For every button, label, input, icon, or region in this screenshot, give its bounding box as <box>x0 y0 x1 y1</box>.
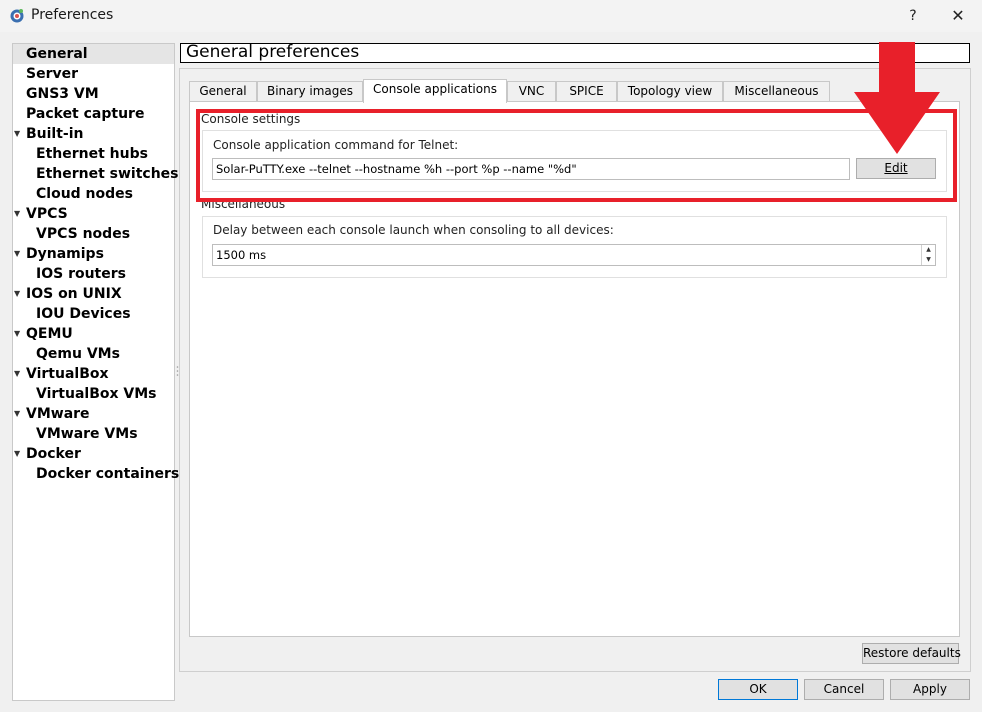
help-button[interactable]: ? <box>900 4 926 28</box>
sidebar-item-gns3-vm[interactable]: GNS3 VM <box>13 84 174 104</box>
window-title: Preferences <box>31 7 114 23</box>
delay-spinbox[interactable]: 1500 ms ▲ ▼ <box>212 244 936 266</box>
expand-arrow-icon[interactable]: ▼ <box>14 284 24 304</box>
page-title-text: General preferences <box>186 42 360 62</box>
sidebar-item-label: VirtualBox VMs <box>36 386 157 402</box>
sidebar-item-virtualbox-vms[interactable]: VirtualBox VMs <box>13 384 174 404</box>
expand-arrow-icon[interactable]: ▼ <box>14 124 24 144</box>
spin-down-icon[interactable]: ▼ <box>922 255 935 265</box>
console-settings-group-label: Console settings <box>201 112 301 126</box>
sidebar-item-label: VirtualBox <box>26 366 109 382</box>
sidebar-item-label: VPCS nodes <box>36 226 131 242</box>
sidebar-item-label: VMware VMs <box>36 426 138 442</box>
ok-button[interactable]: OK <box>718 679 798 700</box>
sidebar-item-label: Built-in <box>26 126 84 142</box>
sidebar-item-label: Qemu VMs <box>36 346 120 362</box>
sidebar-item-label: Dynamips <box>26 246 104 262</box>
sidebar-item-dynamips[interactable]: ▼ Dynamips <box>13 244 174 264</box>
preferences-tree[interactable]: General Server GNS3 VM Packet capture ▼ Built… <box>12 43 179 701</box>
sidebar-item-vmware[interactable]: ▼ VMware <box>13 404 174 424</box>
spinbox-arrows[interactable]: ▲ ▼ <box>921 245 935 265</box>
sidebar-item-label: QEMU <box>26 326 73 342</box>
annotation-arrow-icon <box>854 42 940 154</box>
expand-arrow-icon[interactable]: ▼ <box>14 444 24 464</box>
sidebar-item-label: IOS routers <box>36 266 126 282</box>
expand-arrow-icon[interactable]: ▼ <box>14 404 24 424</box>
sidebar-item-label: Docker <box>26 446 81 462</box>
title-bar: Preferences ? ✕ <box>0 0 982 32</box>
tab-topology-view[interactable]: Topology view <box>617 81 723 102</box>
close-button[interactable]: ✕ <box>944 4 972 28</box>
tab-spice[interactable]: SPICE <box>556 81 617 102</box>
spin-up-icon[interactable]: ▲ <box>922 245 935 255</box>
expand-arrow-icon[interactable]: ▼ <box>14 324 24 344</box>
delay-value: 1500 ms <box>216 248 267 262</box>
expand-arrow-icon[interactable]: ▼ <box>14 204 24 224</box>
miscellaneous-group-label: Miscellaneous <box>201 197 286 211</box>
sidebar-item-label: VPCS <box>26 206 68 222</box>
sidebar-item-general[interactable]: General <box>13 44 174 64</box>
sidebar-item-docker[interactable]: ▼ Docker <box>13 444 174 464</box>
edit-button[interactable]: Edit <box>856 158 936 179</box>
tab-binary-images[interactable]: Binary images <box>257 81 363 102</box>
expand-arrow-icon[interactable]: ▼ <box>14 244 24 264</box>
sidebar-item-ethernet-hubs[interactable]: Ethernet hubs <box>13 144 174 164</box>
sidebar-item-label: Ethernet switches <box>36 166 179 182</box>
sidebar-item-label: Cloud nodes <box>36 186 133 202</box>
delay-label: Delay between each console launch when c… <box>213 223 614 237</box>
tab-general[interactable]: General <box>189 81 257 102</box>
tab-miscellaneous[interactable]: Miscellaneous <box>723 81 830 102</box>
sidebar-item-qemu[interactable]: ▼ QEMU <box>13 324 174 344</box>
telnet-command-field[interactable]: Solar-PuTTY.exe --telnet --hostname %h -… <box>212 158 850 180</box>
sidebar-item-vmware-vms[interactable]: VMware VMs <box>13 424 174 444</box>
sidebar-item-label: Packet capture <box>26 106 145 122</box>
sidebar-item-vpcs[interactable]: ▼ VPCS <box>13 204 174 224</box>
expand-arrow-icon[interactable]: ▼ <box>14 364 24 384</box>
restore-defaults-button[interactable]: Restore defaults <box>862 643 961 664</box>
sidebar-item-label: IOU Devices <box>36 306 131 322</box>
sidebar-item-docker-containers[interactable]: Docker containers <box>13 464 179 484</box>
sidebar-item-iou-devices[interactable]: IOU Devices <box>13 304 174 324</box>
sidebar-item-ethernet-switches[interactable]: Ethernet switches <box>13 164 179 184</box>
sidebar-item-cloud-nodes[interactable]: Cloud nodes <box>13 184 174 204</box>
telnet-command-label: Console application command for Telnet: <box>213 138 459 152</box>
edit-button-label: Edit <box>884 161 908 175</box>
tab-vnc[interactable]: VNC <box>507 81 556 102</box>
apply-button[interactable]: Apply <box>890 679 970 700</box>
sidebar-item-label: VMware <box>26 406 90 422</box>
cancel-button[interactable]: Cancel <box>804 679 884 700</box>
sidebar-item-label: Docker containers <box>36 466 180 482</box>
sidebar-item-ios-on-unix[interactable]: ▼ IOS on UNIX <box>13 284 174 304</box>
sidebar-item-qemu-vms[interactable]: Qemu VMs <box>13 344 174 364</box>
sidebar-item-built-in[interactable]: ▼ Built-in <box>13 124 174 144</box>
sidebar-item-label: GNS3 VM <box>26 86 99 102</box>
sidebar-item-server[interactable]: Server <box>13 64 174 84</box>
sidebar-item-virtualbox[interactable]: ▼ VirtualBox <box>13 364 174 384</box>
sidebar-item-label: Ethernet hubs <box>36 146 148 162</box>
sidebar-item-label: Server <box>26 66 79 82</box>
tab-console-applications[interactable]: Console applications <box>363 79 507 103</box>
sidebar-item-ios-routers[interactable]: IOS routers <box>13 264 174 284</box>
sidebar-item-vpcs-nodes[interactable]: VPCS nodes <box>13 224 174 244</box>
sidebar-item-label: IOS on UNIX <box>26 286 122 302</box>
gns3-app-icon <box>10 9 24 23</box>
sidebar-item-label: General <box>26 46 88 62</box>
sidebar-item-packet-capture[interactable]: Packet capture <box>13 104 174 124</box>
